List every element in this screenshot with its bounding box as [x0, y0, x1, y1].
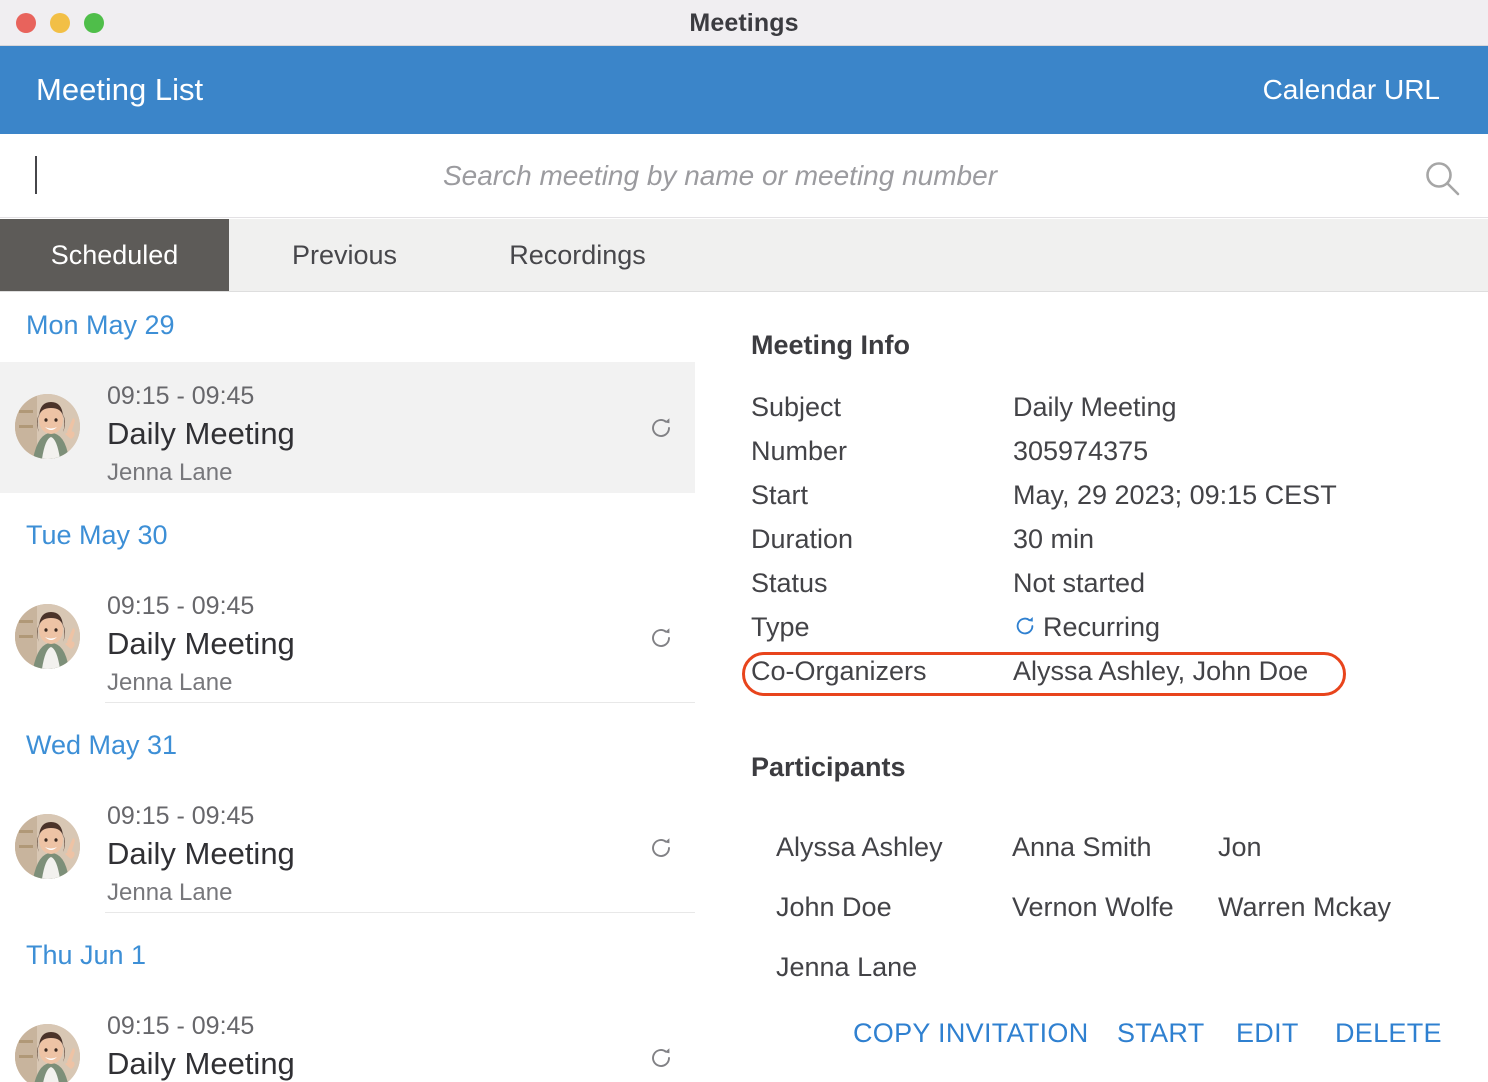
info-row-number: Number 305974375	[751, 436, 1451, 480]
recurring-icon	[648, 835, 674, 861]
meeting-title: Daily Meeting	[107, 1046, 295, 1081]
meeting-title: Daily Meeting	[107, 416, 295, 451]
participant-name: Anna Smith	[1012, 832, 1152, 862]
start-button[interactable]: START	[1117, 1018, 1205, 1049]
info-row-status: Status Not started	[751, 568, 1451, 612]
info-row-start: Start May, 29 2023; 09:15 CEST	[751, 480, 1451, 524]
meeting-info-heading: Meeting Info	[751, 330, 910, 360]
participant-name: Jenna Lane	[776, 952, 918, 982]
meeting-list-item[interactable]: 09:15 - 09:45 Daily Meeting Jenna Lane	[0, 782, 695, 913]
info-label: Number	[751, 436, 848, 466]
day-header-1[interactable]: Tue May 30	[0, 520, 168, 551]
info-label: Status	[751, 568, 828, 598]
meeting-time: 09:15 - 09:45	[107, 592, 255, 620]
avatar	[15, 394, 80, 459]
info-value: Daily Meeting	[1013, 392, 1177, 422]
meeting-list-item[interactable]: 09:15 - 09:45 Daily Meeting Jenna Lane	[0, 362, 695, 493]
meeting-list: Mon May 29 09:15 - 09:45 Daily Meeting J…	[0, 292, 696, 1082]
recurring-icon	[1013, 614, 1037, 645]
edit-button[interactable]: EDIT	[1236, 1018, 1299, 1049]
recurring-icon	[648, 415, 674, 441]
meeting-owner: Jenna Lane	[107, 879, 233, 906]
info-label: Start	[751, 480, 809, 510]
detail-action-bar: COPY INVITATION START EDIT DELETE	[696, 1018, 1488, 1066]
info-label: Duration	[751, 524, 854, 554]
tab-recordings[interactable]: Recordings	[460, 219, 695, 291]
copy-invitation-button[interactable]: COPY INVITATION	[853, 1018, 1089, 1049]
avatar	[15, 814, 80, 879]
meeting-time: 09:15 - 09:45	[107, 1012, 255, 1040]
page-title: Meeting List	[36, 72, 204, 107]
info-label: Type	[751, 612, 810, 642]
participant-name: Jon	[1218, 832, 1262, 862]
avatar	[15, 1024, 80, 1082]
status-badge: Not started	[1013, 568, 1146, 598]
day-header-0[interactable]: Mon May 29	[0, 310, 175, 341]
type-value-label: Recurring	[1043, 612, 1161, 642]
list-divider	[105, 702, 695, 703]
search-input[interactable]: Search meeting by name or meeting number	[0, 134, 1440, 217]
search-icon[interactable]	[1422, 158, 1464, 200]
delete-button[interactable]: DELETE	[1335, 1018, 1442, 1049]
participants-heading: Participants	[751, 752, 906, 782]
meeting-time: 09:15 - 09:45	[107, 802, 255, 830]
participant-name: Vernon Wolfe	[1012, 892, 1174, 922]
info-value: May, 29 2023; 09:15 CEST	[1013, 480, 1337, 510]
search-bar[interactable]: Search meeting by name or meeting number	[0, 134, 1488, 218]
app-header: Meeting List Calendar URL	[0, 46, 1488, 134]
meeting-time: 09:15 - 09:45	[107, 382, 255, 410]
list-divider	[105, 912, 695, 913]
recurring-icon	[648, 625, 674, 651]
tab-scheduled[interactable]: Scheduled	[0, 219, 229, 291]
info-value: 305974375	[1013, 436, 1149, 466]
window-title: Meetings	[689, 9, 799, 37]
info-label: Subject	[751, 392, 842, 422]
participants-row: Alyssa Ashley Anna Smith Jon	[776, 832, 1456, 892]
meeting-list-item[interactable]: 09:15 - 09:45 Daily Meeting Jenna Lane	[0, 992, 695, 1082]
calendar-url-button[interactable]: Calendar URL	[1263, 46, 1440, 134]
tab-bar: Scheduled Previous Recordings	[0, 219, 1488, 292]
window-titlebar: Meetings	[0, 0, 1488, 46]
participant-name: Warren Mckay	[1218, 892, 1392, 922]
info-row-co-organizers: Co-Organizers Alyssa Ashley, John Doe	[751, 656, 1451, 700]
meetings-window: Meetings Meeting List Calendar URL Searc…	[0, 0, 1488, 1082]
participant-name: John Doe	[776, 892, 892, 922]
info-label: Co-Organizers	[751, 656, 927, 686]
info-value: 30 min	[1013, 524, 1095, 554]
meeting-detail-pane: Meeting Info Subject Daily Meeting Numbe…	[696, 292, 1488, 1082]
participant-name: Alyssa Ashley	[776, 832, 943, 862]
info-row-type: Type Recurring	[751, 612, 1451, 656]
meeting-title: Daily Meeting	[107, 626, 295, 661]
tab-previous[interactable]: Previous	[229, 219, 460, 291]
meeting-owner: Jenna Lane	[107, 459, 233, 486]
meeting-list-item[interactable]: 09:15 - 09:45 Daily Meeting Jenna Lane	[0, 572, 695, 703]
participants-row: Jenna Lane	[776, 952, 1456, 1012]
meeting-info-table: Subject Daily Meeting Number 305974375 S…	[751, 392, 1451, 700]
participants-list: Alyssa Ashley Anna Smith Jon John Doe Ve…	[776, 832, 1456, 1012]
meeting-owner: Jenna Lane	[107, 669, 233, 696]
info-value-type: Recurring	[1013, 612, 1160, 645]
meeting-title: Daily Meeting	[107, 836, 295, 871]
avatar	[15, 604, 80, 669]
info-row-duration: Duration 30 min	[751, 524, 1451, 568]
recurring-icon	[648, 1045, 674, 1071]
co-organizers-value: Alyssa Ashley, John Doe	[1013, 656, 1309, 686]
participants-row: John Doe Vernon Wolfe Warren Mckay	[776, 892, 1456, 952]
day-header-2[interactable]: Wed May 31	[0, 730, 177, 761]
info-row-subject: Subject Daily Meeting	[751, 392, 1451, 436]
day-header-3[interactable]: Thu Jun 1	[0, 940, 146, 971]
